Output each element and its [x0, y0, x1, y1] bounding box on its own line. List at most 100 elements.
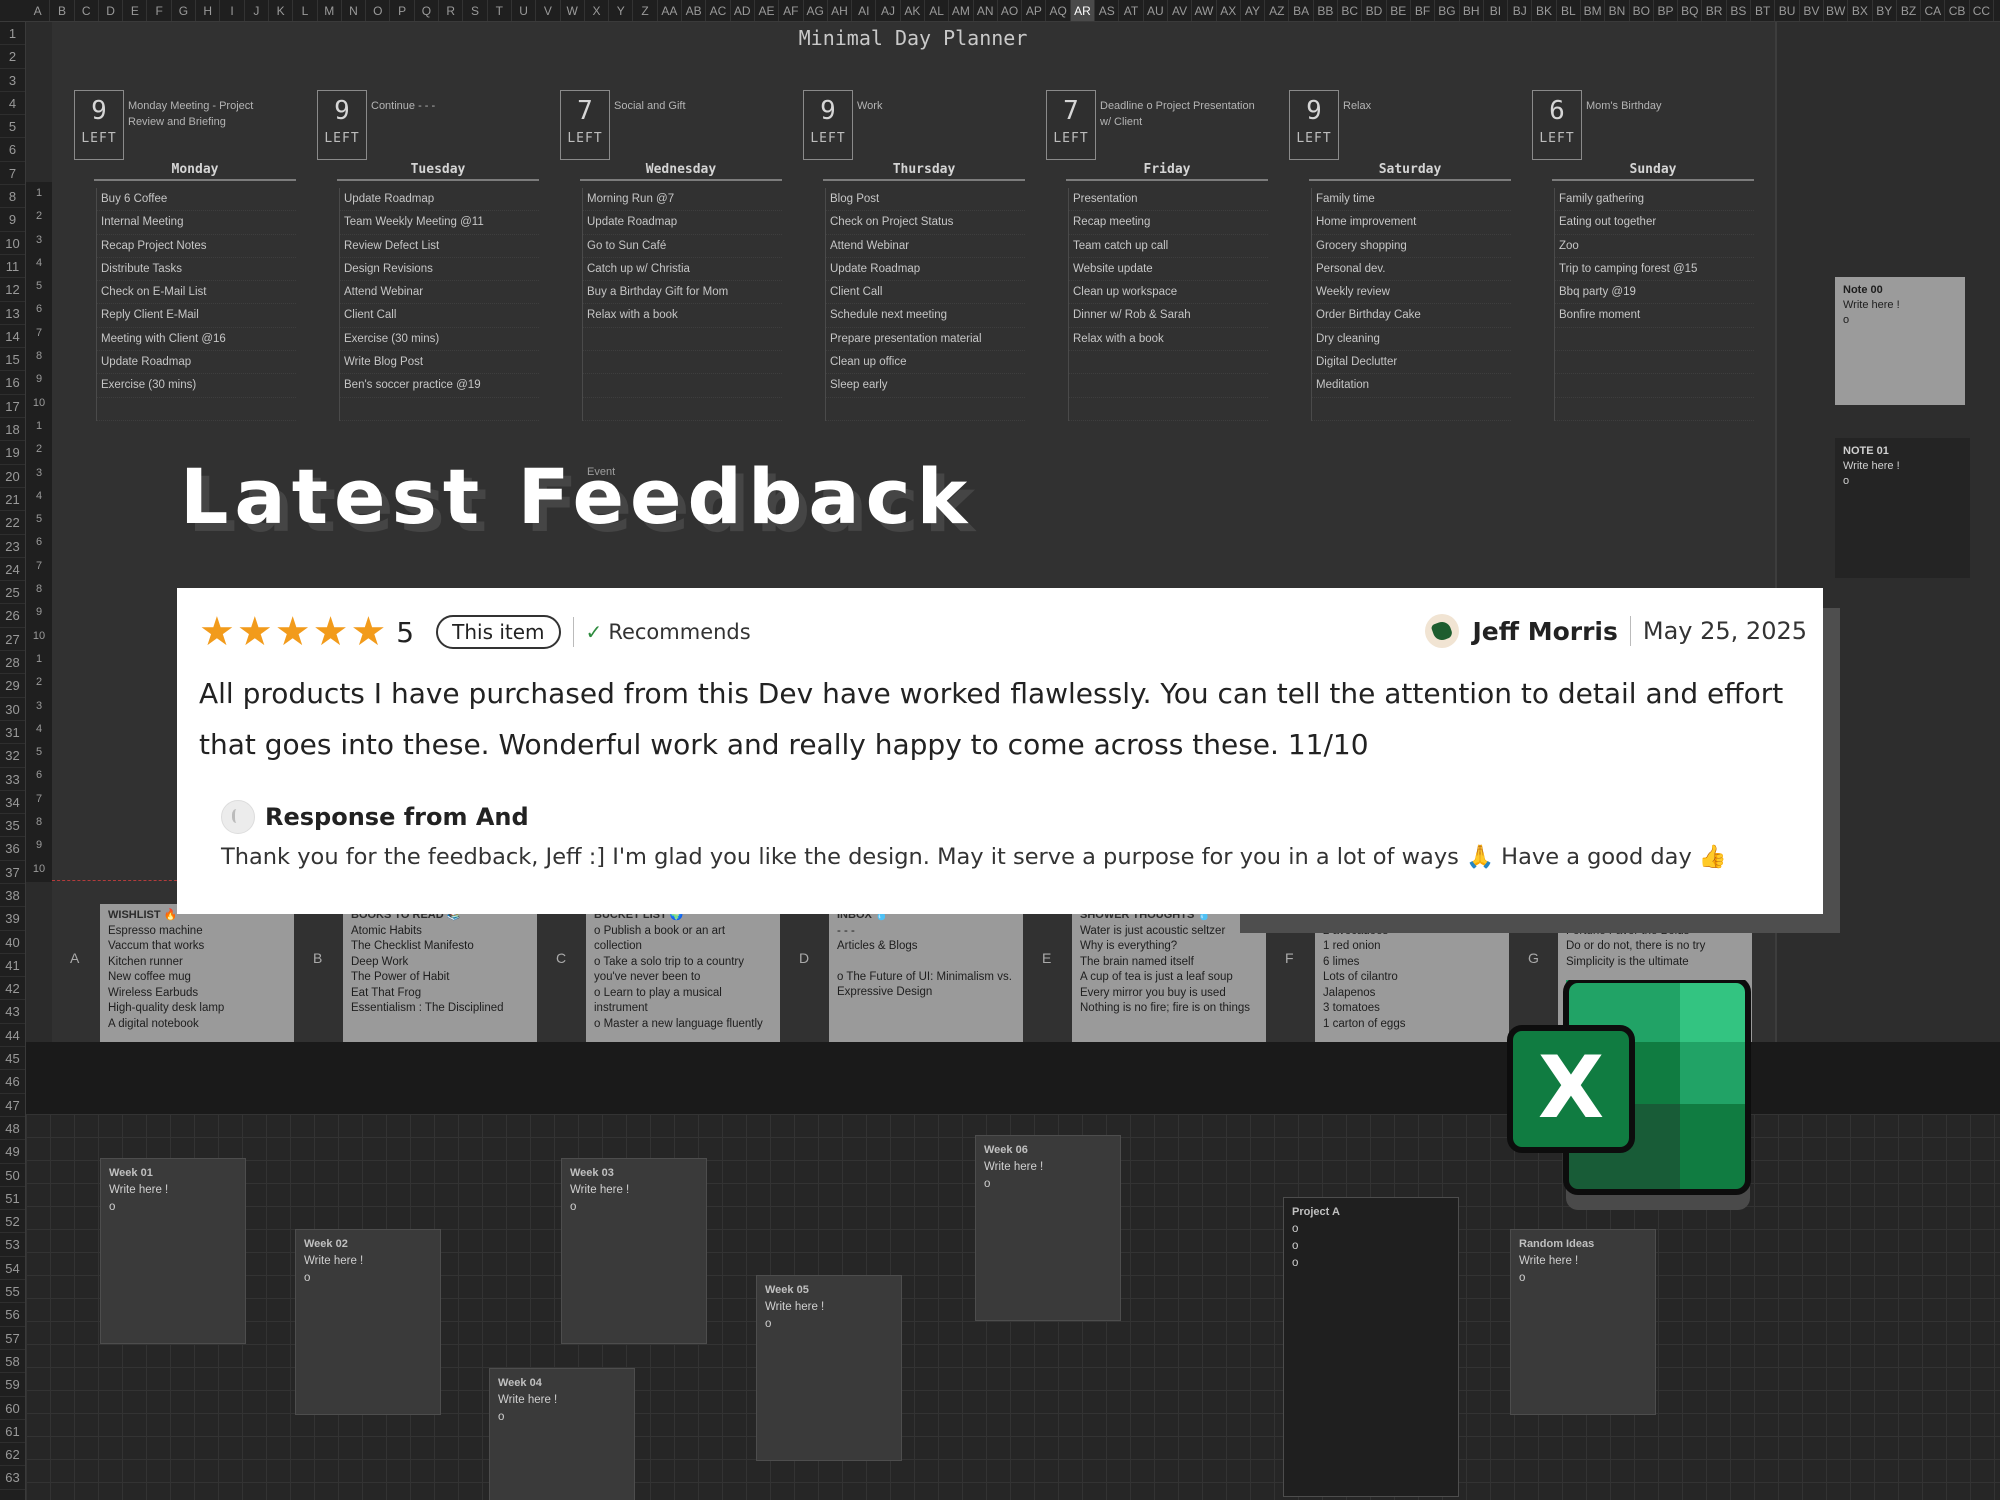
row-header-cell[interactable]: 29 — [0, 674, 25, 698]
column-header-cell[interactable]: BD — [1362, 0, 1387, 21]
list-panel[interactable]: BUCKET LIST 🌍 o Publish a book or an art … — [586, 904, 780, 1042]
row-header-cell[interactable]: 3 — [0, 69, 25, 92]
task-item[interactable]: Check on E-Mail List — [97, 281, 296, 305]
column-header-cell[interactable]: BP — [1654, 0, 1679, 21]
column-header-cell[interactable]: BJ — [1508, 0, 1533, 21]
column-header-cell[interactable]: AU — [1144, 0, 1168, 21]
task-item[interactable]: Go to Sun Café — [583, 235, 782, 258]
row-header-cell[interactable]: 16 — [0, 371, 25, 395]
row-header-cell[interactable]: 58 — [0, 1350, 25, 1374]
column-header-cell[interactable]: AR — [1070, 0, 1096, 21]
list-panel[interactable]: BOOKS TO READ 📚 Atomic Habits The Checklis… — [343, 904, 537, 1042]
column-header-cell[interactable]: H — [196, 0, 221, 21]
column-header-cell[interactable]: BL — [1557, 0, 1581, 21]
row-header-cell[interactable]: 37 — [0, 861, 25, 884]
column-header-cell[interactable]: AB — [682, 0, 707, 21]
column-header-cell[interactable]: AF — [779, 0, 804, 21]
column-header-cell[interactable]: BI — [1484, 0, 1509, 21]
column-header-cell[interactable]: B — [50, 0, 75, 21]
task-item[interactable]: Family time — [1312, 188, 1511, 212]
task-item[interactable]: Trip to camping forest @15 — [1555, 258, 1754, 282]
sticky-note[interactable]: Week 06 Write here ! o — [975, 1135, 1121, 1321]
row-header-cell[interactable]: 30 — [0, 698, 25, 721]
sticky-note[interactable]: Random Ideas Write here ! o — [1510, 1229, 1656, 1415]
column-header-cell[interactable]: AW — [1192, 0, 1217, 21]
column-header-cell[interactable]: BB — [1314, 0, 1339, 21]
task-item-empty[interactable] — [1555, 398, 1754, 421]
task-item[interactable]: Presentation — [1069, 188, 1268, 212]
task-item-empty[interactable] — [340, 398, 539, 421]
row-header-cell[interactable]: 45 — [0, 1047, 25, 1071]
row-header-cell[interactable]: 62 — [0, 1443, 25, 1467]
column-header-cell[interactable]: BZ — [1897, 0, 1922, 21]
column-header-cell[interactable]: BY — [1873, 0, 1897, 21]
task-item[interactable]: Reply Client E-Mail — [97, 304, 296, 328]
task-item-empty[interactable] — [583, 374, 782, 398]
row-header-cell[interactable]: 8 — [0, 185, 25, 209]
task-item[interactable]: Home improvement — [1312, 211, 1511, 235]
column-header-cell[interactable]: CA — [1921, 0, 1946, 21]
column-header-cell[interactable]: AY — [1241, 0, 1266, 21]
column-header-cell[interactable]: M — [318, 0, 342, 21]
task-item-empty[interactable] — [826, 398, 1025, 421]
column-header-cell[interactable]: X — [585, 0, 610, 21]
row-header-cell[interactable]: 60 — [0, 1397, 25, 1420]
column-header-cell[interactable]: BW — [1824, 0, 1849, 21]
day-note[interactable]: Deadline o Project Presentation w/ Clien… — [1100, 98, 1260, 130]
column-header-cell[interactable]: T — [488, 0, 512, 21]
row-header-cell[interactable]: 44 — [0, 1024, 25, 1048]
task-item[interactable]: Personal dev. — [1312, 258, 1511, 282]
task-item[interactable]: Clean up workspace — [1069, 281, 1268, 305]
task-item[interactable]: Morning Run @7 — [583, 188, 782, 212]
row-header-cell[interactable]: 55 — [0, 1280, 25, 1304]
task-item[interactable]: Review Defect List — [340, 235, 539, 258]
column-header-cell[interactable]: E — [123, 0, 148, 21]
row-header-cell[interactable]: 53 — [0, 1233, 25, 1257]
row-header-cell[interactable]: 15 — [0, 348, 25, 372]
row-header-cell[interactable]: 56 — [0, 1303, 25, 1327]
day-note[interactable]: Relax — [1343, 98, 1503, 114]
day-note[interactable]: Monday Meeting - Project Review and Brie… — [128, 98, 288, 130]
task-item[interactable]: Weekly review — [1312, 281, 1511, 305]
column-header-cell[interactable]: A — [26, 0, 51, 21]
row-header-cell[interactable]: 42 — [0, 977, 25, 1001]
note-01[interactable]: NOTE 01 Write here ! o — [1835, 438, 1970, 578]
column-header-cell[interactable]: CC — [1970, 0, 1995, 21]
column-header-cell[interactable]: BU — [1775, 0, 1800, 21]
task-item[interactable]: Check on Project Status — [826, 211, 1025, 235]
column-header-cell[interactable]: AH — [828, 0, 853, 21]
row-header-cell[interactable]: 38 — [0, 884, 25, 908]
row-header-cell[interactable]: 52 — [0, 1210, 25, 1234]
row-header-cell[interactable]: 14 — [0, 325, 25, 349]
row-header-cell[interactable]: 19 — [0, 441, 25, 465]
task-item[interactable]: Write Blog Post — [340, 351, 539, 375]
sticky-note[interactable]: Project Aooo — [1283, 1197, 1459, 1497]
column-header-cell[interactable]: F — [147, 0, 172, 21]
day-note[interactable]: Mom's Birthday — [1586, 98, 1746, 114]
task-item[interactable]: Digital Declutter — [1312, 351, 1511, 375]
task-item[interactable]: Update Roadmap — [826, 258, 1025, 282]
column-header-cell[interactable]: AX — [1217, 0, 1241, 21]
task-item[interactable]: Exercise (30 mins) — [340, 328, 539, 352]
column-header-cell[interactable]: BS — [1727, 0, 1752, 21]
row-header-cell[interactable]: 49 — [0, 1140, 25, 1164]
row-header-cell[interactable]: 57 — [0, 1327, 25, 1350]
column-header-cell[interactable]: AE — [755, 0, 780, 21]
column-header-cell[interactable]: AQ — [1046, 0, 1071, 21]
reviewer-name[interactable]: Jeff Morris — [1473, 617, 1618, 646]
column-header-cell[interactable]: V — [536, 0, 561, 21]
task-item[interactable]: Family gathering — [1555, 188, 1754, 212]
row-header-cell[interactable]: 6 — [0, 138, 25, 162]
sticky-note[interactable]: Week 04 Write here ! o — [489, 1368, 635, 1500]
task-item[interactable]: Distribute Tasks — [97, 258, 296, 282]
column-header-cell[interactable]: AO — [998, 0, 1023, 21]
row-header-cell[interactable]: 50 — [0, 1164, 25, 1187]
task-item[interactable]: Bonfire moment — [1555, 304, 1754, 328]
row-header-cell[interactable]: 31 — [0, 721, 25, 745]
row-header-cell[interactable]: 35 — [0, 814, 25, 838]
row-header-cell[interactable]: 63 — [0, 1466, 25, 1490]
column-header-cell[interactable]: P — [390, 0, 415, 21]
task-item-empty[interactable] — [1069, 374, 1268, 398]
sticky-note[interactable]: Week 01 Write here ! o — [100, 1158, 246, 1344]
list-panel[interactable]: INBOX 💧 - - - Articles & Blogs o The Future… — [829, 904, 1023, 1042]
